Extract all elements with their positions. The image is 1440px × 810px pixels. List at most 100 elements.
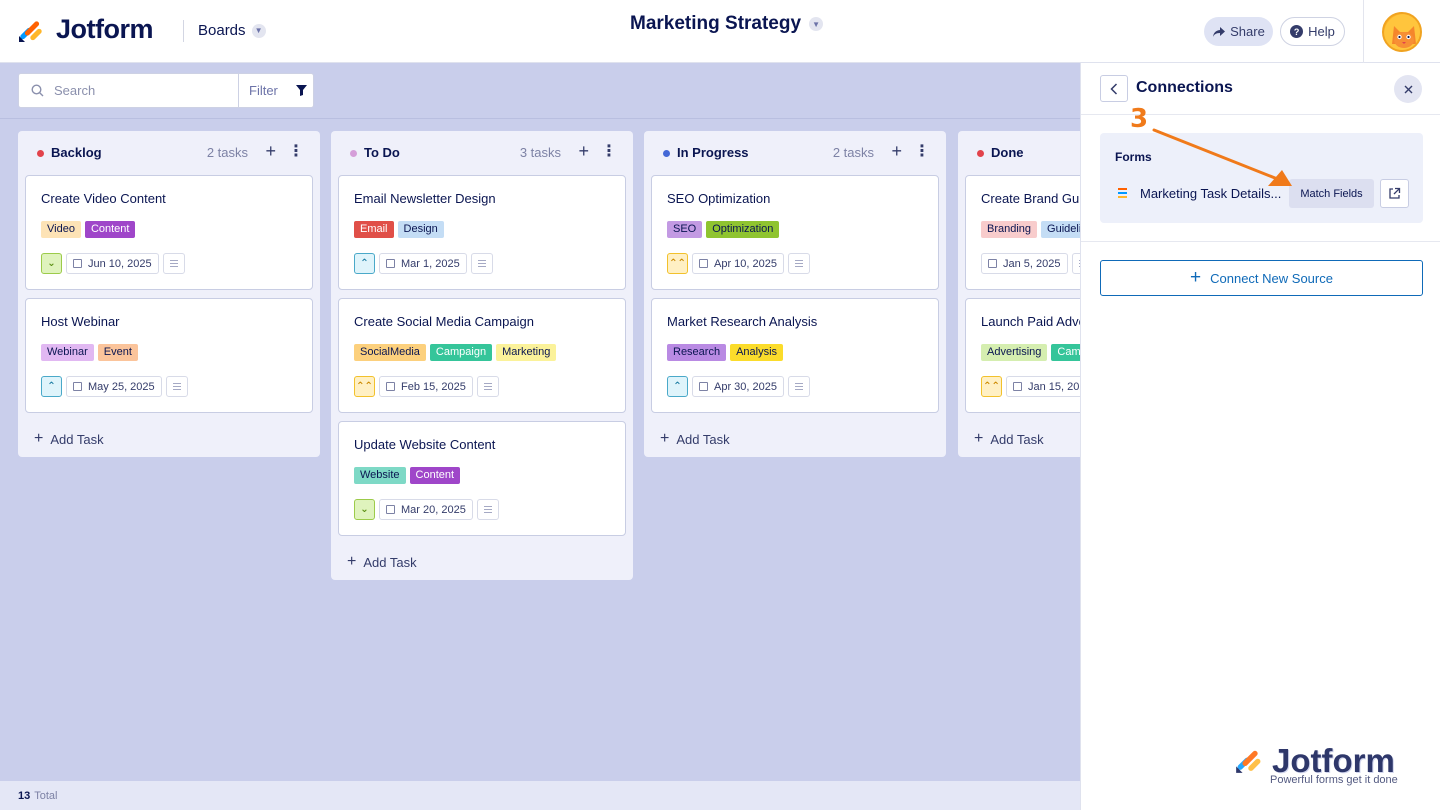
tag: Campaign xyxy=(429,344,493,361)
due-date-text: Jan 5, 2025 xyxy=(1003,257,1061,270)
description-icon[interactable] xyxy=(165,376,188,397)
calendar-icon xyxy=(73,259,82,268)
add-task-label: Add Task xyxy=(363,554,417,570)
watermark-text: Jotform xyxy=(1272,742,1395,779)
tag: Video xyxy=(41,221,81,238)
total-count: 13 xyxy=(18,789,31,802)
more-options-icon[interactable]: ⋮ xyxy=(288,141,304,161)
task-count: 2 tasks xyxy=(206,145,248,160)
search-input[interactable] xyxy=(54,83,214,98)
due-date[interactable]: May 25, 2025 xyxy=(66,376,162,397)
add-task-button[interactable]: + Add Task xyxy=(644,421,946,457)
funnel-icon xyxy=(295,85,307,96)
column-header: In Progress 2 tasks + ⋮ xyxy=(644,131,946,175)
add-task-button[interactable]: + Add Task xyxy=(18,421,320,457)
due-date[interactable]: Mar 1, 2025 xyxy=(379,253,467,274)
jotform-logo[interactable]: Jotform xyxy=(17,14,154,45)
task-card[interactable]: SEO Optimization SEO Optimization ⌃⌃ Apr 10,… xyxy=(651,175,939,290)
more-options-icon[interactable]: ⋮ xyxy=(914,141,930,161)
task-title: Create Social Media Campaign xyxy=(354,314,534,329)
description-icon[interactable] xyxy=(788,253,810,274)
column-header: Backlog 2 tasks + ⋮ xyxy=(18,131,320,175)
share-button[interactable]: Share xyxy=(1204,17,1273,46)
priority-high-icon[interactable]: ⌃⌃ xyxy=(354,376,375,397)
open-external-button[interactable] xyxy=(1380,179,1409,208)
search-box[interactable] xyxy=(18,73,239,108)
form-icon xyxy=(1118,188,1127,200)
add-icon[interactable]: + xyxy=(578,141,589,162)
add-icon[interactable]: + xyxy=(891,141,902,162)
column-header: To Do 3 tasks + ⋮ xyxy=(331,131,633,175)
plus-icon: + xyxy=(974,430,984,447)
plus-icon: + xyxy=(347,553,357,570)
description-icon[interactable] xyxy=(476,499,499,520)
add-task-button[interactable]: + Add Task xyxy=(331,544,633,580)
help-icon: ? xyxy=(1290,25,1304,38)
due-date-text: Jun 10, 2025 xyxy=(88,257,152,270)
board-divider xyxy=(0,118,1080,119)
description-icon[interactable] xyxy=(788,376,810,397)
tag-list: Website Content xyxy=(354,467,461,484)
task-meta: ⌃ Apr 30, 2025 xyxy=(667,376,810,397)
plus-icon: + xyxy=(34,430,44,447)
status-dot xyxy=(663,150,670,157)
close-button[interactable] xyxy=(1394,75,1422,103)
top-bar: Jotform Boards ▼ Marketing Strategy ▼ Sh… xyxy=(0,0,1440,63)
more-options-icon[interactable]: ⋮ xyxy=(601,141,617,161)
annotation-arrow-icon xyxy=(1152,128,1292,186)
footer-bar: 13 Total xyxy=(0,781,1080,810)
due-date[interactable]: Apr 10, 2025 xyxy=(692,253,784,274)
column-to-do: To Do 3 tasks + ⋮ Email Newsletter Design Ema… xyxy=(331,131,633,580)
calendar-icon xyxy=(699,259,708,268)
calendar-icon xyxy=(386,505,395,514)
task-card[interactable]: Market Research Analysis Research Analysis… xyxy=(651,298,939,413)
back-button[interactable] xyxy=(1100,75,1128,102)
due-date-text: Mar 20, 2025 xyxy=(401,503,466,516)
task-card[interactable]: Update Website Content Website Content ⌄ Mar… xyxy=(338,421,626,536)
due-date[interactable]: Apr 30, 2025 xyxy=(692,376,784,397)
help-button[interactable]: ? Help xyxy=(1280,17,1345,46)
panel-divider xyxy=(1081,241,1440,242)
jotform-logo-icon xyxy=(1236,750,1261,773)
tag: Email xyxy=(354,221,394,238)
priority-medium-icon[interactable]: ⌃ xyxy=(41,376,62,397)
watermark-tagline: Powerful forms get it done xyxy=(1270,774,1398,786)
priority-medium-icon[interactable]: ⌃ xyxy=(354,253,375,274)
description-icon[interactable] xyxy=(470,253,493,274)
priority-high-icon[interactable]: ⌃⌃ xyxy=(667,253,688,274)
task-card[interactable]: Create Video Content Video Content ⌄ Jun 10,… xyxy=(25,175,313,290)
due-date-text: Feb 15, 2025 xyxy=(401,380,466,393)
tag: Research xyxy=(667,344,727,361)
boards-dropdown[interactable]: Boards ▼ xyxy=(198,22,266,39)
task-card[interactable]: Create Social Media Campaign SocialMedia C… xyxy=(338,298,626,413)
share-icon xyxy=(1213,26,1226,37)
status-dot xyxy=(350,150,357,157)
description-icon[interactable] xyxy=(476,376,499,397)
due-date[interactable]: Mar 20, 2025 xyxy=(379,499,473,520)
help-label: Help xyxy=(1308,24,1335,39)
match-fields-button[interactable]: Match Fields xyxy=(1289,179,1374,208)
filter-button[interactable]: Filter xyxy=(238,73,314,108)
priority-high-icon[interactable]: ⌃⌃ xyxy=(981,376,1002,397)
due-date[interactable]: Feb 15, 2025 xyxy=(379,376,473,397)
task-meta: ⌃⌃ Feb 15, 2025 xyxy=(354,376,499,397)
due-date[interactable]: Jan 5, 2025 xyxy=(981,253,1068,274)
due-date-text: Mar 1, 2025 xyxy=(401,257,460,270)
priority-low-icon[interactable]: ⌄ xyxy=(41,253,62,274)
tag: Webinar xyxy=(41,344,94,361)
connect-new-source-button[interactable]: + Connect New Source xyxy=(1100,260,1423,296)
description-icon[interactable] xyxy=(162,253,185,274)
due-date[interactable]: Jun 10, 2025 xyxy=(66,253,159,274)
priority-medium-icon[interactable]: ⌃ xyxy=(667,376,688,397)
chevron-down-icon: ▼ xyxy=(251,23,266,38)
add-icon[interactable]: + xyxy=(265,141,276,162)
priority-low-icon[interactable]: ⌄ xyxy=(354,499,375,520)
user-avatar[interactable] xyxy=(1382,12,1422,52)
plus-icon: + xyxy=(1190,267,1202,288)
task-card[interactable]: Host Webinar Webinar Event ⌃ May 25, 2025 xyxy=(25,298,313,413)
task-card[interactable]: Email Newsletter Design Email Design ⌃ Mar 1… xyxy=(338,175,626,290)
connect-label: Connect New Source xyxy=(1210,270,1333,286)
board-title-dropdown[interactable]: Marketing Strategy ▼ xyxy=(630,13,824,35)
tag-list: Email Design xyxy=(354,221,444,238)
share-label: Share xyxy=(1230,24,1265,39)
